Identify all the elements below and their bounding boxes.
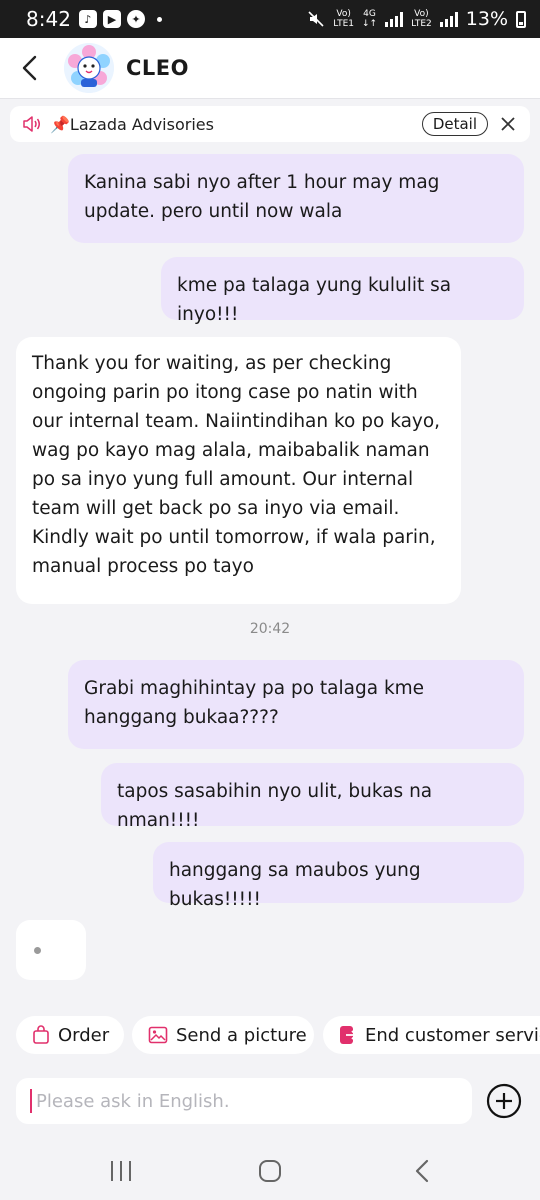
sim2-voice: Vo) [414, 9, 429, 19]
add-attachment-button[interactable] [486, 1083, 522, 1119]
recent-apps-button[interactable] [107, 1158, 135, 1184]
signal-1-icon [385, 11, 404, 27]
order-chip-label: Order [58, 1024, 110, 1046]
message-text: Grabi maghihintay pa po talaga kme hangg… [84, 678, 425, 728]
status-right: Vo) LTE1 4G ↓↑ Vo) LTE2 13% [307, 0, 526, 38]
status-bar: 8:42 ♪ ▶ ✦ Vo) LTE1 4G ↓↑ Vo) LTE2 13% [0, 0, 540, 38]
end-service-chip-label: End customer service [365, 1024, 540, 1046]
system-nav-bar [0, 1140, 540, 1200]
message-input-box[interactable] [16, 1078, 472, 1124]
advisory-close-button[interactable] [498, 114, 518, 134]
order-chip[interactable]: Order [16, 1016, 124, 1054]
message-text: hanggang sa maubos yung bukas!!!!! [169, 860, 421, 910]
message-bubble-outgoing[interactable]: Grabi maghihintay pa po talaga kme hangg… [68, 660, 524, 749]
shopping-bag-icon [33, 1025, 49, 1044]
messenger-icon: ✦ [126, 10, 145, 28]
send-picture-chip[interactable]: Send a picture [132, 1016, 314, 1054]
message-bubble-outgoing[interactable]: kme pa talaga yung kululit sa inyo!!! [161, 257, 524, 325]
sim2-label: Vo) LTE2 [411, 9, 432, 29]
close-icon [501, 117, 515, 131]
message-bubble-outgoing[interactable]: tapos sasabihin nyo ulit, bukas na nman!… [101, 763, 524, 831]
back-nav-button[interactable] [408, 1158, 436, 1184]
speaker-icon [23, 116, 40, 132]
shop-avatar[interactable] [64, 43, 114, 93]
message-bubble-outgoing[interactable]: hanggang sa maubos yung bukas!!!!! [153, 842, 524, 910]
end-service-chip[interactable]: End customer service [323, 1016, 540, 1054]
tiktok-icon: ♪ [78, 10, 97, 28]
typing-indicator [16, 920, 86, 980]
sim1-label: Vo) LTE1 [333, 9, 354, 29]
exit-icon [340, 1026, 357, 1044]
status-time: 8:42 [26, 7, 71, 31]
message-input[interactable] [34, 1089, 458, 1113]
text-cursor [30, 1089, 32, 1113]
flower-mascot-icon [64, 43, 114, 93]
message-text: kme pa talaga yung kululit sa inyo!!! [177, 275, 452, 325]
mute-icon [308, 11, 324, 27]
image-icon [148, 1026, 168, 1044]
back-arrow-icon [22, 55, 37, 81]
advisory-banner[interactable]: 📌Lazada Advisories Detail [10, 106, 530, 142]
shop-name: CLEO [126, 56, 189, 80]
notification-icons: ♪ ▶ ✦ [78, 10, 162, 28]
sim1-voice: Vo) [336, 9, 351, 19]
send-picture-chip-label: Send a picture [176, 1024, 307, 1046]
more-notifications-icon [156, 16, 162, 22]
message-timestamp: 20:42 [249, 621, 291, 637]
data-arrows-icon: ↓↑ [361, 19, 378, 29]
chat-header: CLEO [0, 38, 540, 99]
youtube-icon: ▶ [102, 10, 121, 28]
message-text: tapos sasabihin nyo ulit, bukas na nman!… [117, 781, 433, 831]
signal-2-icon [439, 11, 458, 27]
message-text: Thank you for waiting, as per checking o… [32, 353, 441, 577]
typing-dot [34, 947, 41, 954]
battery-percent: 13% [465, 8, 508, 30]
home-button[interactable] [256, 1158, 284, 1184]
message-bubble-incoming[interactable]: Thank you for waiting, as per checking o… [16, 337, 461, 604]
battery-icon [516, 10, 526, 28]
message-text: Kanina sabi nyo after 1 hour may mag upd… [84, 172, 440, 222]
back-button[interactable] [0, 38, 60, 98]
advisory-text: 📌Lazada Advisories [50, 114, 214, 134]
advisory-detail-button[interactable]: Detail [421, 112, 488, 136]
sim2-lte: LTE2 [411, 19, 432, 29]
sim1-lte: LTE1 [333, 19, 354, 29]
network-gen-label: 4G [363, 9, 376, 19]
network-gen: 4G ↓↑ [362, 9, 377, 29]
message-bubble-outgoing[interactable]: Kanina sabi nyo after 1 hour may mag upd… [68, 154, 524, 243]
